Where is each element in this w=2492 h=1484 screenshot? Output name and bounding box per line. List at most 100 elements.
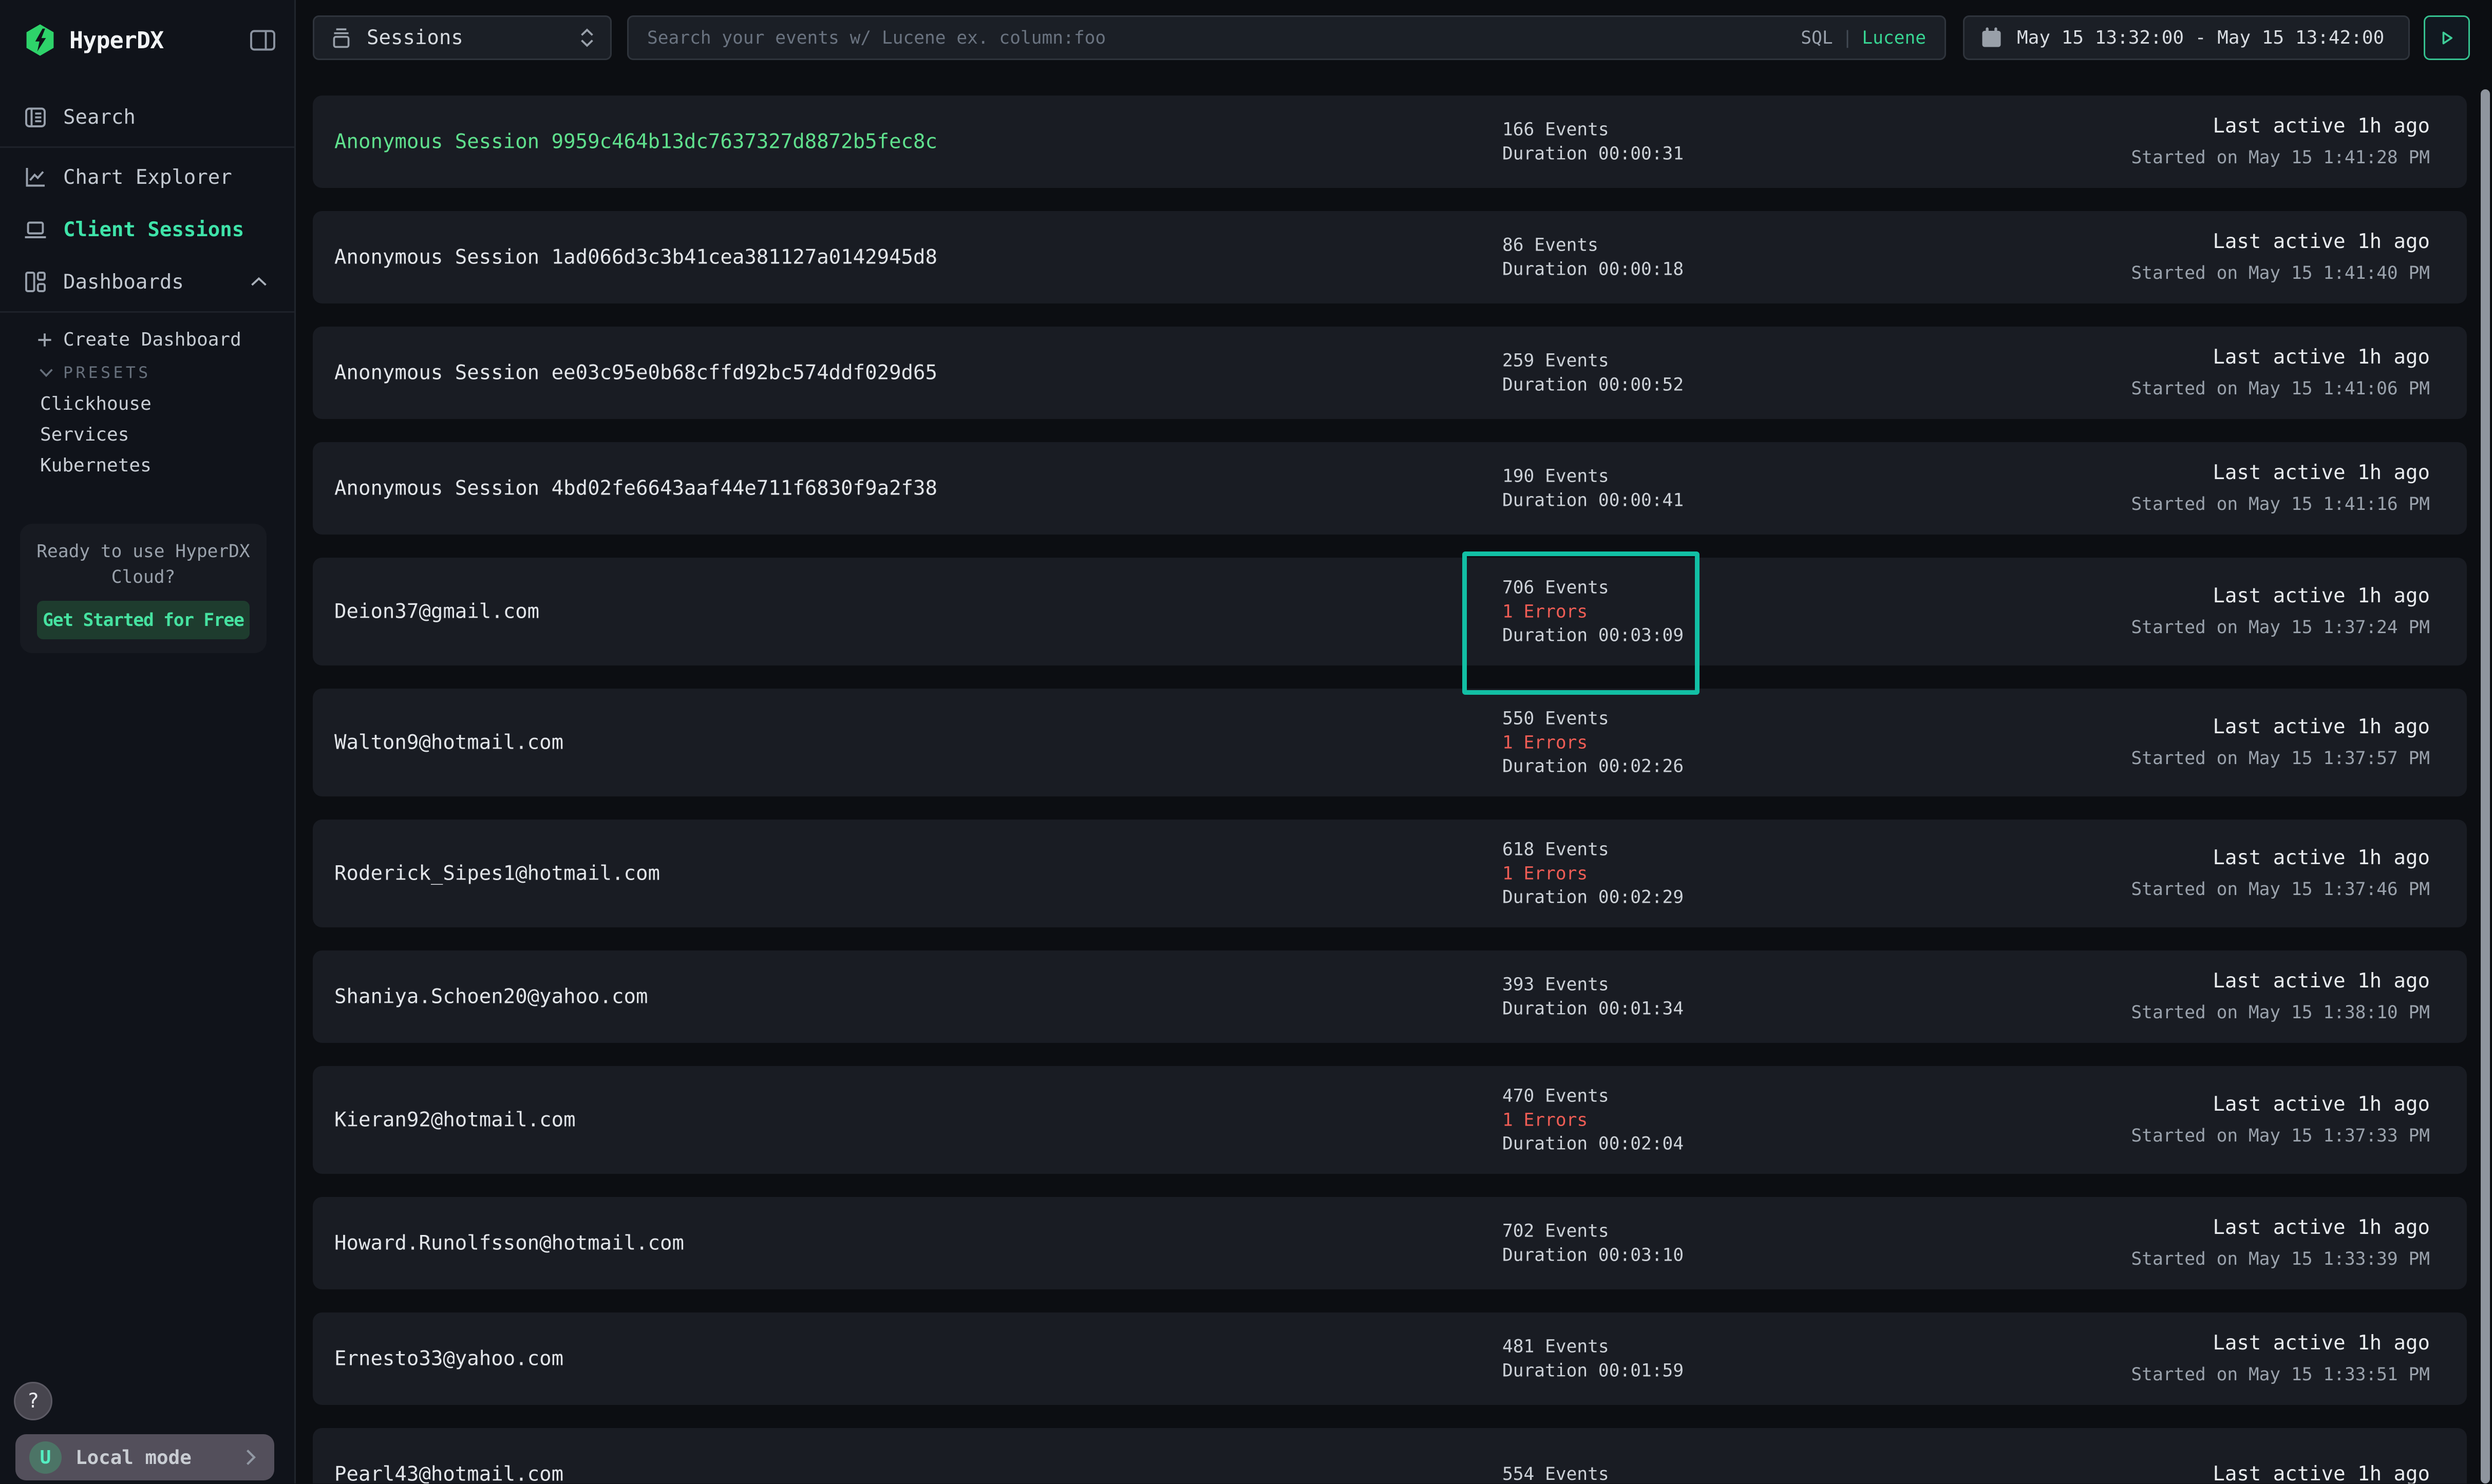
app-title: HyperDX bbox=[69, 27, 163, 54]
plus-icon bbox=[37, 332, 52, 348]
sidebar-collapse-icon[interactable] bbox=[250, 29, 276, 52]
preset-clickhouse[interactable]: Clickhouse bbox=[40, 388, 152, 419]
session-name: Roderick_Sipes1@hotmail.com bbox=[334, 862, 660, 885]
sql-toggle[interactable]: SQL bbox=[1801, 28, 1833, 48]
sidebar-item-client-sessions[interactable]: Client Sessions bbox=[0, 208, 294, 251]
session-stats: 706 Events 1 Errors Duration 00:03:09 bbox=[1502, 576, 1684, 648]
session-times: Last active 1h ago Started on May 15 1:4… bbox=[2131, 230, 2430, 285]
session-stats: 470 Events 1 Errors Duration 00:02:04 bbox=[1502, 1084, 1684, 1156]
session-times: Last active 1h ago Started on May 15 1:3… bbox=[2131, 1215, 2430, 1271]
chevron-up-icon[interactable] bbox=[250, 276, 268, 288]
sidebar-divider bbox=[0, 146, 294, 148]
session-row[interactable]: Anonymous Session ee03c95e0b68cffd92bc57… bbox=[313, 327, 2467, 419]
chevron-down-icon bbox=[39, 368, 54, 378]
session-row[interactable]: Deion37@gmail.com 706 Events 1 Errors Du… bbox=[313, 558, 2467, 665]
session-errors: 1 Errors bbox=[1502, 1108, 1684, 1132]
source-box-icon bbox=[330, 26, 353, 50]
session-started: Started on May 15 1:41:40 PM bbox=[2131, 262, 2430, 285]
session-times: Last active 1h ago Started on May 15 1:3… bbox=[2131, 1092, 2430, 1148]
session-stats: 86 Events Duration 00:00:18 bbox=[1502, 234, 1684, 281]
session-events: 190 Events bbox=[1502, 465, 1684, 489]
session-row[interactable]: Anonymous Session 4bd02fe6643aaf44e711f6… bbox=[313, 442, 2467, 535]
preset-services[interactable]: Services bbox=[40, 419, 129, 450]
sidebar-item-label: Dashboards bbox=[63, 271, 184, 294]
sidebar-item-dashboards[interactable]: Dashboards bbox=[0, 260, 294, 303]
play-icon bbox=[2436, 27, 2458, 49]
user-menu[interactable]: U Local mode bbox=[15, 1434, 274, 1480]
source-select-value: Sessions bbox=[367, 26, 565, 49]
session-times: Last active 1h ago Started on May 15 1:4… bbox=[2131, 345, 2430, 401]
session-duration: Duration 00:02:26 bbox=[1502, 754, 1684, 778]
session-duration: Duration 00:01:34 bbox=[1502, 997, 1684, 1021]
session-events: 706 Events bbox=[1502, 576, 1684, 600]
session-row[interactable]: Pearl43@hotmail.com 554 Events Last acti… bbox=[313, 1428, 2467, 1483]
time-range-picker[interactable]: May 15 13:32:00 - May 15 13:42:00 bbox=[1963, 15, 2410, 60]
presets-header[interactable]: PRESETS bbox=[39, 359, 151, 387]
session-stats: 554 Events bbox=[1502, 1462, 1609, 1483]
session-stats: 550 Events 1 Errors Duration 00:02:26 bbox=[1502, 707, 1684, 778]
sidebar-item-label: Chart Explorer bbox=[63, 166, 232, 189]
hyperdx-logo-icon bbox=[23, 23, 57, 57]
session-last-active: Last active 1h ago bbox=[2131, 461, 2430, 485]
session-row[interactable]: Kieran92@hotmail.com 470 Events 1 Errors… bbox=[313, 1066, 2467, 1174]
session-row[interactable]: Walton9@hotmail.com 550 Events 1 Errors … bbox=[313, 689, 2467, 796]
session-last-active: Last active 1h ago bbox=[2131, 969, 2430, 994]
session-started: Started on May 15 1:33:51 PM bbox=[2131, 1363, 2430, 1386]
session-events: 702 Events bbox=[1502, 1220, 1684, 1244]
dashboard-grid-icon bbox=[23, 270, 48, 294]
session-events: 618 Events bbox=[1502, 838, 1684, 862]
session-name: Shaniya.Schoen20@yahoo.com bbox=[334, 985, 648, 1009]
session-row[interactable]: Anonymous Session 1ad066d3c3b41cea381127… bbox=[313, 211, 2467, 303]
chart-icon bbox=[23, 165, 48, 189]
sidebar-item-chart-explorer[interactable]: Chart Explorer bbox=[0, 156, 294, 199]
session-duration: Duration 00:02:29 bbox=[1502, 885, 1684, 909]
help-button[interactable]: ? bbox=[14, 1382, 52, 1420]
preset-kubernetes[interactable]: Kubernetes bbox=[40, 450, 152, 481]
sidebar-item-search[interactable]: Search bbox=[0, 96, 294, 139]
run-query-button[interactable] bbox=[2424, 15, 2470, 60]
session-name: Anonymous Session 4bd02fe6643aaf44e711f6… bbox=[334, 477, 937, 500]
session-duration: Duration 00:01:59 bbox=[1502, 1359, 1684, 1383]
local-mode-label: Local mode bbox=[75, 1446, 231, 1469]
session-row[interactable]: Shaniya.Schoen20@yahoo.com 393 Events Du… bbox=[313, 950, 2467, 1043]
select-updown-icon bbox=[579, 28, 595, 48]
main-content: Sessions SQL|Lucene May 15 13:32:00 - Ma… bbox=[296, 0, 2491, 1483]
session-row[interactable]: Anonymous Session 9959c464b13dc7637327d8… bbox=[313, 96, 2467, 188]
sidebar-divider bbox=[0, 311, 294, 313]
time-range-value: May 15 13:32:00 - May 15 13:42:00 bbox=[2017, 27, 2384, 48]
session-stats: 190 Events Duration 00:00:41 bbox=[1502, 465, 1684, 512]
session-times: Last active 1h ago Started on May 15 1:4… bbox=[2131, 461, 2430, 516]
get-started-button[interactable]: Get Started for Free bbox=[37, 601, 250, 639]
source-select[interactable]: Sessions bbox=[313, 15, 612, 60]
session-duration: Duration 00:02:04 bbox=[1502, 1132, 1684, 1156]
promo-text-line1: Ready to use HyperDX bbox=[20, 539, 267, 565]
create-dashboard-button[interactable]: Create Dashboard bbox=[37, 322, 282, 357]
session-last-active: Last active 1h ago bbox=[2131, 345, 2430, 370]
session-times: Last active 1h ago Started on May 15 1:4… bbox=[2131, 114, 2430, 169]
session-duration: Duration 00:00:41 bbox=[1502, 488, 1684, 512]
session-started: Started on May 15 1:37:57 PM bbox=[2131, 747, 2430, 770]
session-name: Anonymous Session 9959c464b13dc7637327d8… bbox=[334, 130, 937, 154]
lucene-toggle[interactable]: Lucene bbox=[1862, 28, 1926, 48]
session-times: Last active 1h ago bbox=[2213, 1462, 2430, 1483]
app-root: HyperDX Search Chart bbox=[0, 0, 2491, 1483]
session-duration: Duration 00:03:09 bbox=[1502, 623, 1684, 648]
session-started: Started on May 15 1:38:10 PM bbox=[2131, 1001, 2430, 1024]
session-last-active: Last active 1h ago bbox=[2131, 1215, 2430, 1240]
avatar: U bbox=[29, 1441, 62, 1474]
session-stats: 393 Events Duration 00:01:34 bbox=[1502, 973, 1684, 1021]
scrollbar-thumb[interactable] bbox=[2481, 89, 2490, 1483]
session-row[interactable]: Howard.Runolfsson@hotmail.com 702 Events… bbox=[313, 1197, 2467, 1289]
chevron-right-icon bbox=[245, 1448, 257, 1467]
search-input[interactable] bbox=[647, 28, 1788, 48]
session-errors: 1 Errors bbox=[1502, 862, 1684, 886]
session-started: Started on May 15 1:41:16 PM bbox=[2131, 493, 2430, 516]
session-name: Howard.Runolfsson@hotmail.com bbox=[334, 1232, 684, 1255]
session-started: Started on May 15 1:33:39 PM bbox=[2131, 1248, 2430, 1271]
session-last-active: Last active 1h ago bbox=[2131, 584, 2430, 608]
session-row[interactable]: Ernesto33@yahoo.com 481 Events Duration … bbox=[313, 1312, 2467, 1405]
create-dashboard-label: Create Dashboard bbox=[63, 329, 241, 350]
session-row[interactable]: Roderick_Sipes1@hotmail.com 618 Events 1… bbox=[313, 820, 2467, 927]
session-started: Started on May 15 1:37:33 PM bbox=[2131, 1125, 2430, 1148]
session-last-active: Last active 1h ago bbox=[2131, 230, 2430, 254]
